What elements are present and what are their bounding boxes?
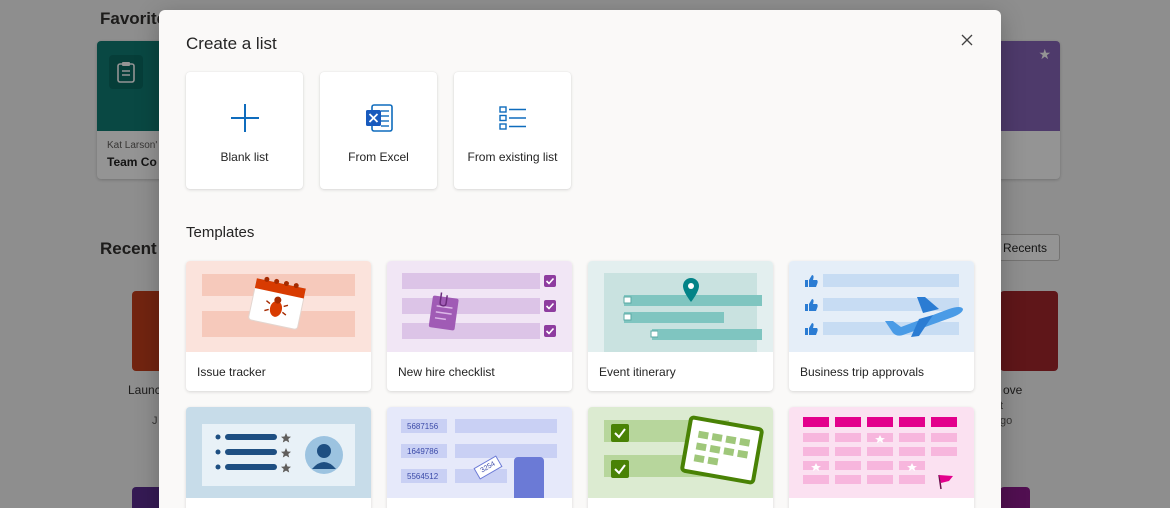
employee-onboarding-illustration (186, 407, 371, 498)
checkbox-icons (544, 275, 556, 337)
business-trip-illustration (789, 261, 974, 352)
template-row2-label-3 (588, 498, 773, 508)
template-issue-tracker[interactable]: Issue tracker (186, 261, 371, 391)
rating-list-icon (215, 433, 291, 473)
template-row2-card-1[interactable] (186, 407, 371, 508)
clipped-document-icon (428, 292, 459, 331)
content-scheduler-illustration (588, 407, 773, 498)
template-business-trip-approvals[interactable]: Business trip approvals (789, 261, 974, 391)
template-row2-card-2[interactable]: 5687156 1649786 5564512 3254 (387, 407, 572, 508)
issue-tracker-label: Issue tracker (197, 365, 266, 379)
blank-list-option[interactable]: Blank list (186, 72, 303, 189)
template-row2-label-2 (387, 498, 572, 508)
dialog-title: Create a list (186, 34, 277, 53)
bug-calendar-icon (248, 276, 306, 330)
plus-icon (230, 102, 260, 134)
template-new-hire-checklist[interactable]: New hire checklist (387, 261, 572, 391)
map-pin-icon (683, 278, 699, 302)
from-existing-list-option[interactable]: From existing list (454, 72, 571, 189)
event-itinerary-label: Event itinerary (599, 365, 676, 379)
issue-tracker-illustration (186, 261, 371, 352)
green-checkbox-icons (611, 424, 629, 478)
close-icon (961, 34, 973, 46)
from-existing-list-label: From existing list (467, 150, 558, 164)
asset-number-2: 1649786 (401, 444, 447, 458)
blank-list-label: Blank list (220, 150, 269, 164)
template-event-itinerary[interactable]: Event itinerary (588, 261, 773, 391)
create-list-dialog: Create a list Blank list From Excel From… (159, 10, 1001, 508)
asset-number-3: 5564512 (401, 469, 447, 483)
airplane-icon (885, 297, 963, 337)
templates-heading: Templates (186, 224, 255, 241)
person-avatar-icon (305, 436, 343, 474)
template-row2-label-1 (186, 498, 371, 508)
list-icon (498, 102, 528, 134)
template-row2-card-3[interactable] (588, 407, 773, 508)
timeline-markers (623, 296, 658, 338)
template-row2-card-4[interactable] (789, 407, 974, 508)
content-calendar-illustration (789, 407, 974, 498)
thumbs-up-icons (805, 275, 818, 335)
new-hire-checklist-label: New hire checklist (398, 365, 495, 379)
pink-calendar-grid (803, 417, 957, 490)
excel-icon (364, 102, 394, 134)
template-row2-label-4 (789, 498, 974, 508)
asset-manager-illustration: 5687156 1649786 5564512 3254 (387, 407, 572, 498)
calendar-icon (680, 415, 764, 485)
asset-number-1: 5687156 (401, 419, 447, 433)
event-itinerary-illustration (588, 261, 773, 352)
from-excel-option[interactable]: From Excel (320, 72, 437, 189)
new-hire-checklist-illustration (387, 261, 572, 352)
phone-icon (514, 457, 544, 498)
close-button[interactable] (957, 30, 977, 50)
business-trip-approvals-label: Business trip approvals (800, 365, 925, 379)
from-excel-label: From Excel (348, 150, 409, 164)
